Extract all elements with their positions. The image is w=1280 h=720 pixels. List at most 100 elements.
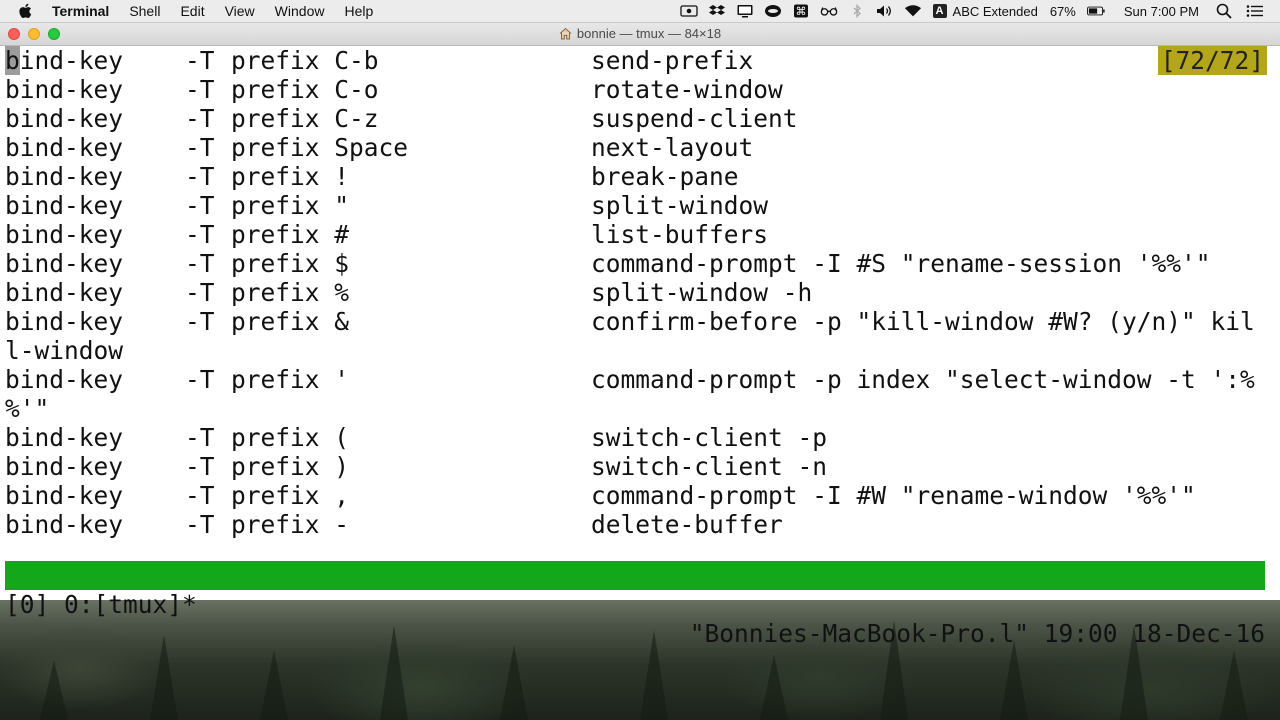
bind-command: bind-key [5,220,124,249]
terminal-line: bind-key -T prefix C-z suspend-client [5,104,1267,133]
terminal-line: bind-key -T prefix " split-window [5,191,1267,220]
menu-shell[interactable]: Shell [129,3,160,19]
table-flag: -T [185,481,215,510]
key-binding: prefix " [231,191,350,220]
wrapped-text: l-window [5,336,124,365]
terminal-line: bind-key -T prefix ' command-prompt -p inde… [5,365,1267,394]
key-binding: prefix ( [231,423,350,452]
bind-command: bind-key [5,75,124,104]
bound-action: list-buffers [591,220,769,249]
command-icon[interactable]: ⌘ [792,4,810,18]
battery-icon[interactable] [1086,4,1105,18]
bind-command: bind-key [5,278,124,307]
bound-action: switch-client -n [591,452,828,481]
menu-edit[interactable]: Edit [180,3,204,19]
key-binding: prefix Space [231,133,409,162]
menu-bar: Terminal Shell Edit View Window Help ⌘ A… [0,0,1280,23]
key-binding: prefix C-z [231,104,379,133]
terminal-line: bind-key -T prefix , command-prompt -I #W "… [5,481,1267,510]
bind-command: bind-key [5,162,124,191]
bind-command: bind-key [5,249,124,278]
bound-action: command-prompt -p index "select-window -… [591,365,1255,394]
dropbox-icon[interactable] [708,4,726,18]
glasses-icon[interactable] [820,4,838,18]
bluetooth-icon[interactable] [848,4,866,18]
input-source-icon[interactable]: A [932,4,947,18]
table-flag: -T [185,278,215,307]
input-source-label[interactable]: ABC Extended [953,4,1038,19]
bind-command: bind-key [5,133,124,162]
notification-center-icon[interactable] [1246,4,1264,18]
bound-action: break-pane [591,162,739,191]
menu-help[interactable]: Help [344,3,373,19]
table-flag: -T [185,423,215,452]
wrapped-text: %'" [5,394,50,423]
key-binding: prefix - [231,510,350,539]
screen-record-icon[interactable] [679,4,698,18]
tmux-status-right: "Bonnies-MacBook-Pro.l" 19:00 18-Dec-16 [689,619,1265,648]
home-folder-icon [559,27,572,40]
bound-action: delete-buffer [591,510,783,539]
terminal-window: bonnie — tmux — 84×18 bind-key -T prefix C… [0,23,1280,648]
menu-terminal[interactable]: Terminal [52,3,109,19]
key-binding: prefix , [231,481,350,510]
tmux-window-list[interactable]: [0] 0:[tmux]* [5,590,197,619]
table-flag: -T [185,46,215,75]
bound-action: confirm-before -p "kill-window #W? (y/n)… [591,307,1255,336]
bind-command: bind-key [5,423,124,452]
cloud-app-icon[interactable] [764,4,782,18]
window-titlebar[interactable]: bonnie — tmux — 84×18 [0,23,1280,46]
table-flag: -T [185,307,215,336]
key-binding: prefix ! [231,162,350,191]
terminal-line: bind-key -T prefix Space next-layout [5,133,1267,162]
bind-command: bind-key [5,307,124,336]
bind-command: bind-key [5,46,123,75]
bound-action: switch-client -p [591,423,828,452]
svg-text:⌘: ⌘ [795,5,806,18]
terminal-line: bind-key -T prefix ( switch-client -p [5,423,1267,452]
bound-action: suspend-client [591,104,798,133]
table-flag: -T [185,133,215,162]
terminal-line: bind-key -T prefix $ command-prompt -I #S "… [5,249,1267,278]
window-title-text: bonnie — tmux — 84×18 [576,26,722,41]
terminal-line: bind-key -T prefix & confirm-before -p "kil… [5,307,1267,336]
key-binding: prefix ' [231,365,350,394]
terminal-line: bind-key -T prefix % split-window -h [5,278,1267,307]
table-flag: -T [185,75,215,104]
terminal-line: bind-key -T prefix ) switch-client -n [5,452,1267,481]
terminal-line: bind-key -T prefix C-b send-prefix [72/72] [5,46,1267,75]
bound-action: split-window [591,191,769,220]
window-title: bonnie — tmux — 84×18 [0,26,1280,41]
tmux-status-bar: [0] 0:[tmux]* "Bonnies-MacBook-Pro.l" 19… [5,561,1265,648]
terminal-cursor: b [5,46,20,75]
menu-view[interactable]: View [225,3,255,19]
wifi-icon[interactable] [904,4,922,18]
battery-percent[interactable]: 67% [1050,4,1076,19]
bound-action: command-prompt -I #W "rename-window '%%'… [591,481,1196,510]
spotlight-search-icon[interactable] [1215,3,1233,19]
menu-window[interactable]: Window [275,3,325,19]
table-flag: -T [185,104,215,133]
copy-mode-position-indicator: [72/72] [1157,46,1267,75]
table-flag: -T [185,162,215,191]
key-binding: prefix # [231,220,350,249]
table-flag: -T [185,452,215,481]
bound-action: send-prefix [591,46,754,75]
terminal-line: bind-key -T prefix - delete-buffer [5,510,1267,539]
bound-action: split-window -h [591,278,813,307]
terminal-output[interactable]: bind-key -T prefix C-b send-prefix [72/72] bi… [5,46,1267,539]
volume-icon[interactable] [876,4,894,18]
terminal-line: bind-key -T prefix C-o rotate-window [5,75,1267,104]
apple-menu-icon[interactable] [18,3,34,19]
bound-action: command-prompt -I #S "rename-session '%%… [591,249,1211,278]
key-binding: prefix & [231,307,350,336]
bound-action: rotate-window [591,75,783,104]
bind-command: bind-key [5,481,124,510]
key-binding: prefix % [231,278,350,307]
display-icon[interactable] [736,4,754,18]
terminal-line: bind-key -T prefix # list-buffers [5,220,1267,249]
clock[interactable]: Sun 7:00 PM [1124,4,1199,19]
menubar-status-area: ⌘ A ABC Extended 67% Sun 7:00 PM [675,0,1280,22]
table-flag: -T [185,191,215,220]
bind-command-rest: ind-key [19,46,124,75]
